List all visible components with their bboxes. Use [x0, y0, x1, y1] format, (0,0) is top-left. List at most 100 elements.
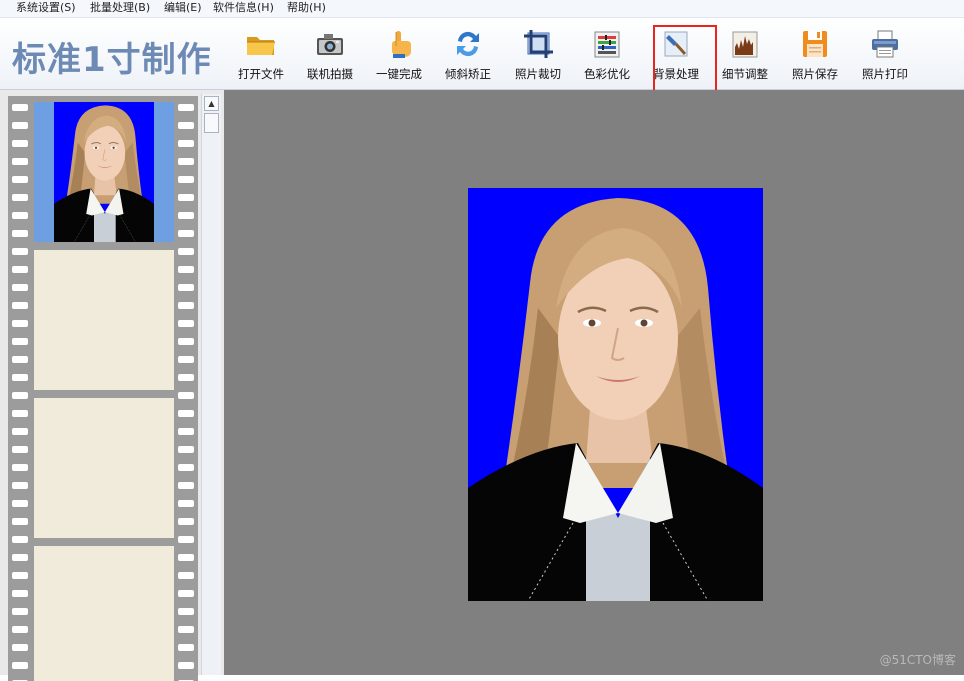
film-hole [178, 302, 194, 309]
film-holes-right [178, 96, 194, 681]
color-levels-icon [594, 31, 620, 58]
film-hole [178, 626, 194, 633]
film-hole [12, 464, 28, 471]
film-hole [12, 536, 28, 543]
detail-adjust-button[interactable]: 细节调整 [711, 29, 779, 81]
scroll-thumb[interactable] [204, 113, 219, 133]
film-hole [178, 122, 194, 129]
color-optimize-label: 色彩优化 [584, 67, 630, 81]
scroll-up-button[interactable]: ▲ [204, 96, 219, 111]
film-hole [178, 464, 194, 471]
camera-capture-button[interactable]: 联机拍摄 [296, 29, 364, 81]
photo-canvas: @51CTO博客 [224, 90, 964, 675]
film-hole [12, 446, 28, 453]
toolbar: 标准1寸制作 打开文件 联机拍摄 一键完成 倾斜矫正 照片裁切 色彩优化 背景处… [0, 18, 964, 90]
film-hole [178, 590, 194, 597]
film-hole [12, 320, 28, 327]
film-hole [178, 158, 194, 165]
film-hole [12, 644, 28, 651]
photo-print-button[interactable]: 照片打印 [851, 29, 919, 81]
film-hole [12, 608, 28, 615]
photo-crop-label: 照片裁切 [515, 67, 561, 81]
rotate-arrows-icon [457, 31, 479, 57]
film-hole [12, 230, 28, 237]
main-photo[interactable] [468, 188, 763, 601]
thumbnail-frame-3[interactable] [34, 398, 174, 538]
film-hole [178, 500, 194, 507]
thumbnail-frame-4[interactable] [34, 546, 174, 681]
open-file-button[interactable]: 打开文件 [227, 29, 295, 81]
menu-bar: 系统设置(S) 批量处理(B) 编辑(E) 软件信息(H) 帮助(H) [0, 0, 964, 18]
menu-system-settings[interactable]: 系统设置(S) [14, 0, 78, 16]
film-hole [12, 410, 28, 417]
film-hole [178, 482, 194, 489]
film-hole [178, 266, 194, 273]
film-hole [178, 176, 194, 183]
histogram-icon [732, 31, 758, 58]
one-click-label: 一键完成 [376, 67, 422, 81]
filmstrip [8, 96, 198, 681]
open-file-label: 打开文件 [238, 67, 284, 81]
camera-capture-label: 联机拍摄 [307, 67, 353, 81]
film-hole [178, 536, 194, 543]
film-holes-left [12, 96, 28, 681]
thumbnail-panel [0, 90, 224, 681]
film-hole [12, 554, 28, 561]
film-hole [178, 410, 194, 417]
floppy-disk-icon [803, 31, 827, 57]
film-hole [178, 356, 194, 363]
film-hole [178, 446, 194, 453]
film-hole [178, 644, 194, 651]
film-hole [12, 104, 28, 111]
thumbnail-frame-1[interactable] [34, 102, 174, 242]
film-hole [12, 212, 28, 219]
printer-icon [872, 30, 898, 58]
film-hole [12, 266, 28, 273]
menu-help[interactable]: 帮助(H) [285, 0, 328, 16]
menu-batch[interactable]: 批量处理(B) [88, 0, 152, 16]
tilt-correct-button[interactable]: 倾斜矫正 [434, 29, 502, 81]
film-hole [178, 608, 194, 615]
photo-crop-button[interactable]: 照片裁切 [504, 29, 572, 81]
film-hole [12, 374, 28, 381]
app-title: 标准1寸制作 [12, 40, 212, 80]
film-hole [178, 428, 194, 435]
film-hole [12, 662, 28, 669]
watermark: @51CTO博客 [879, 653, 956, 667]
menu-edit[interactable]: 编辑(E) [162, 0, 204, 16]
film-hole [12, 140, 28, 147]
film-hole [12, 194, 28, 201]
film-hole [178, 284, 194, 291]
film-hole [12, 392, 28, 399]
film-hole [178, 140, 194, 147]
film-hole [12, 122, 28, 129]
crop-icon [524, 30, 553, 58]
color-optimize-button[interactable]: 色彩优化 [573, 29, 641, 81]
film-hole [178, 554, 194, 561]
filmstrip-scrollbar[interactable]: ▲ [201, 94, 221, 675]
menu-software-info[interactable]: 软件信息(H) [211, 0, 276, 16]
folder-icon [247, 37, 275, 55]
photo-print-label: 照片打印 [862, 67, 908, 81]
tilt-correct-label: 倾斜矫正 [445, 67, 491, 81]
film-hole [178, 248, 194, 255]
film-hole [178, 374, 194, 381]
detail-adjust-label: 细节调整 [722, 67, 768, 81]
film-hole [178, 662, 194, 669]
film-hole [178, 572, 194, 579]
film-hole [178, 320, 194, 327]
highlight-box [653, 25, 717, 95]
camera-icon [317, 34, 343, 55]
film-hole [12, 158, 28, 165]
film-hole [12, 482, 28, 489]
film-hole [12, 500, 28, 507]
film-hole [12, 518, 28, 525]
film-hole [178, 392, 194, 399]
film-hole [178, 518, 194, 525]
thumbnail-frame-2[interactable] [34, 250, 174, 390]
film-hole [178, 230, 194, 237]
photo-save-button[interactable]: 照片保存 [781, 29, 849, 81]
film-hole [12, 176, 28, 183]
film-hole [178, 194, 194, 201]
one-click-button[interactable]: 一键完成 [365, 29, 433, 81]
